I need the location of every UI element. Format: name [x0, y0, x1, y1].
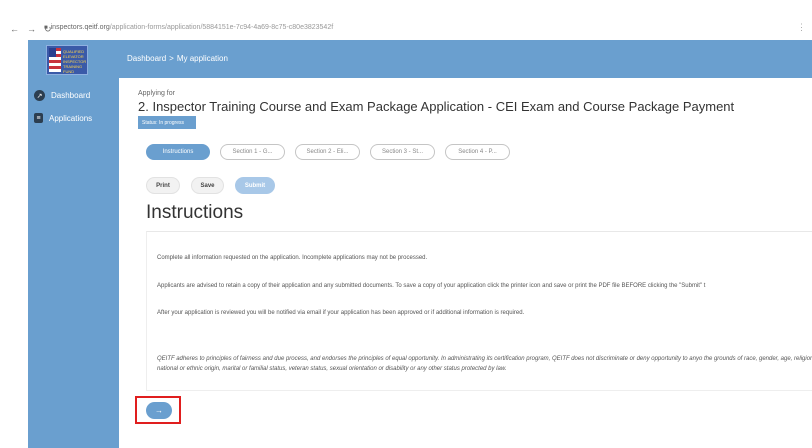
document-icon: ≡ [34, 113, 43, 123]
address-bar[interactable]: ■ inspectors.qeitf.org/application-forms/… [44, 24, 333, 31]
browser-menu-icon[interactable]: ⋮ [797, 22, 806, 33]
breadcrumb-separator: > [169, 54, 174, 63]
tab-instructions[interactable]: Instructions [146, 144, 210, 160]
submit-button[interactable]: Submit [235, 177, 275, 194]
breadcrumb: Dashboard > My application [127, 54, 228, 63]
back-icon[interactable]: ← [10, 24, 19, 34]
breadcrumb-dashboard[interactable]: Dashboard [127, 54, 166, 63]
applying-label: Applying for [138, 90, 175, 97]
logo[interactable]: QUALIFIED ELEVATOR INSPECTOR TRAINING FU… [46, 45, 88, 75]
sidebar-item-label: Dashboard [51, 91, 91, 100]
status-badge: Status: In progress [138, 116, 196, 129]
lock-icon: ■ [44, 25, 48, 31]
tab-section-4[interactable]: Section 4 - P... [445, 144, 510, 160]
sidebar-item-label: Applications [49, 113, 93, 123]
highlight-box [135, 396, 181, 424]
logo-text: QUALIFIED ELEVATOR INSPECTOR TRAINING FU… [63, 49, 87, 74]
instruction-paragraph: Complete all information requested on th… [157, 255, 428, 261]
equal-opportunity-statement: QEITF adheres to principles of fairness … [157, 356, 812, 372]
url-path: /application-forms/application/5884151e-… [109, 24, 334, 31]
browser-toolbar: ← → ↻ ■ inspectors.qeitf.org/application-fo… [0, 0, 812, 34]
breadcrumb-my-application: My application [176, 54, 228, 63]
sidebar-item-dashboard[interactable]: ↗ Dashboard [34, 90, 90, 101]
status-value: In progress [158, 119, 184, 126]
instructions-panel: Complete all information requested on th… [146, 231, 812, 391]
tab-section-3[interactable]: Section 3 - St... [370, 144, 435, 160]
tab-section-1[interactable]: Section 1 - G... [220, 144, 285, 160]
page-title: 2. Inspector Training Course and Exam Pa… [138, 99, 735, 114]
section-heading: Instructions [146, 202, 244, 223]
instruction-paragraph: Applicants are advised to retain a copy … [157, 283, 706, 289]
url-host: inspectors.qeitf.org [50, 24, 110, 31]
sidebar: ↗ Dashboard ≡ Applications [28, 78, 119, 448]
forward-icon[interactable]: → [27, 24, 36, 34]
print-button[interactable]: Print [146, 177, 180, 194]
trend-icon: ↗ [34, 90, 45, 101]
status-label: Status: [142, 119, 158, 126]
sidebar-item-applications[interactable]: ≡ Applications [34, 113, 92, 123]
save-button[interactable]: Save [191, 177, 224, 194]
instruction-paragraph: After your application is reviewed you w… [157, 310, 525, 316]
tab-section-2[interactable]: Section 2 - Eli... [295, 144, 360, 160]
